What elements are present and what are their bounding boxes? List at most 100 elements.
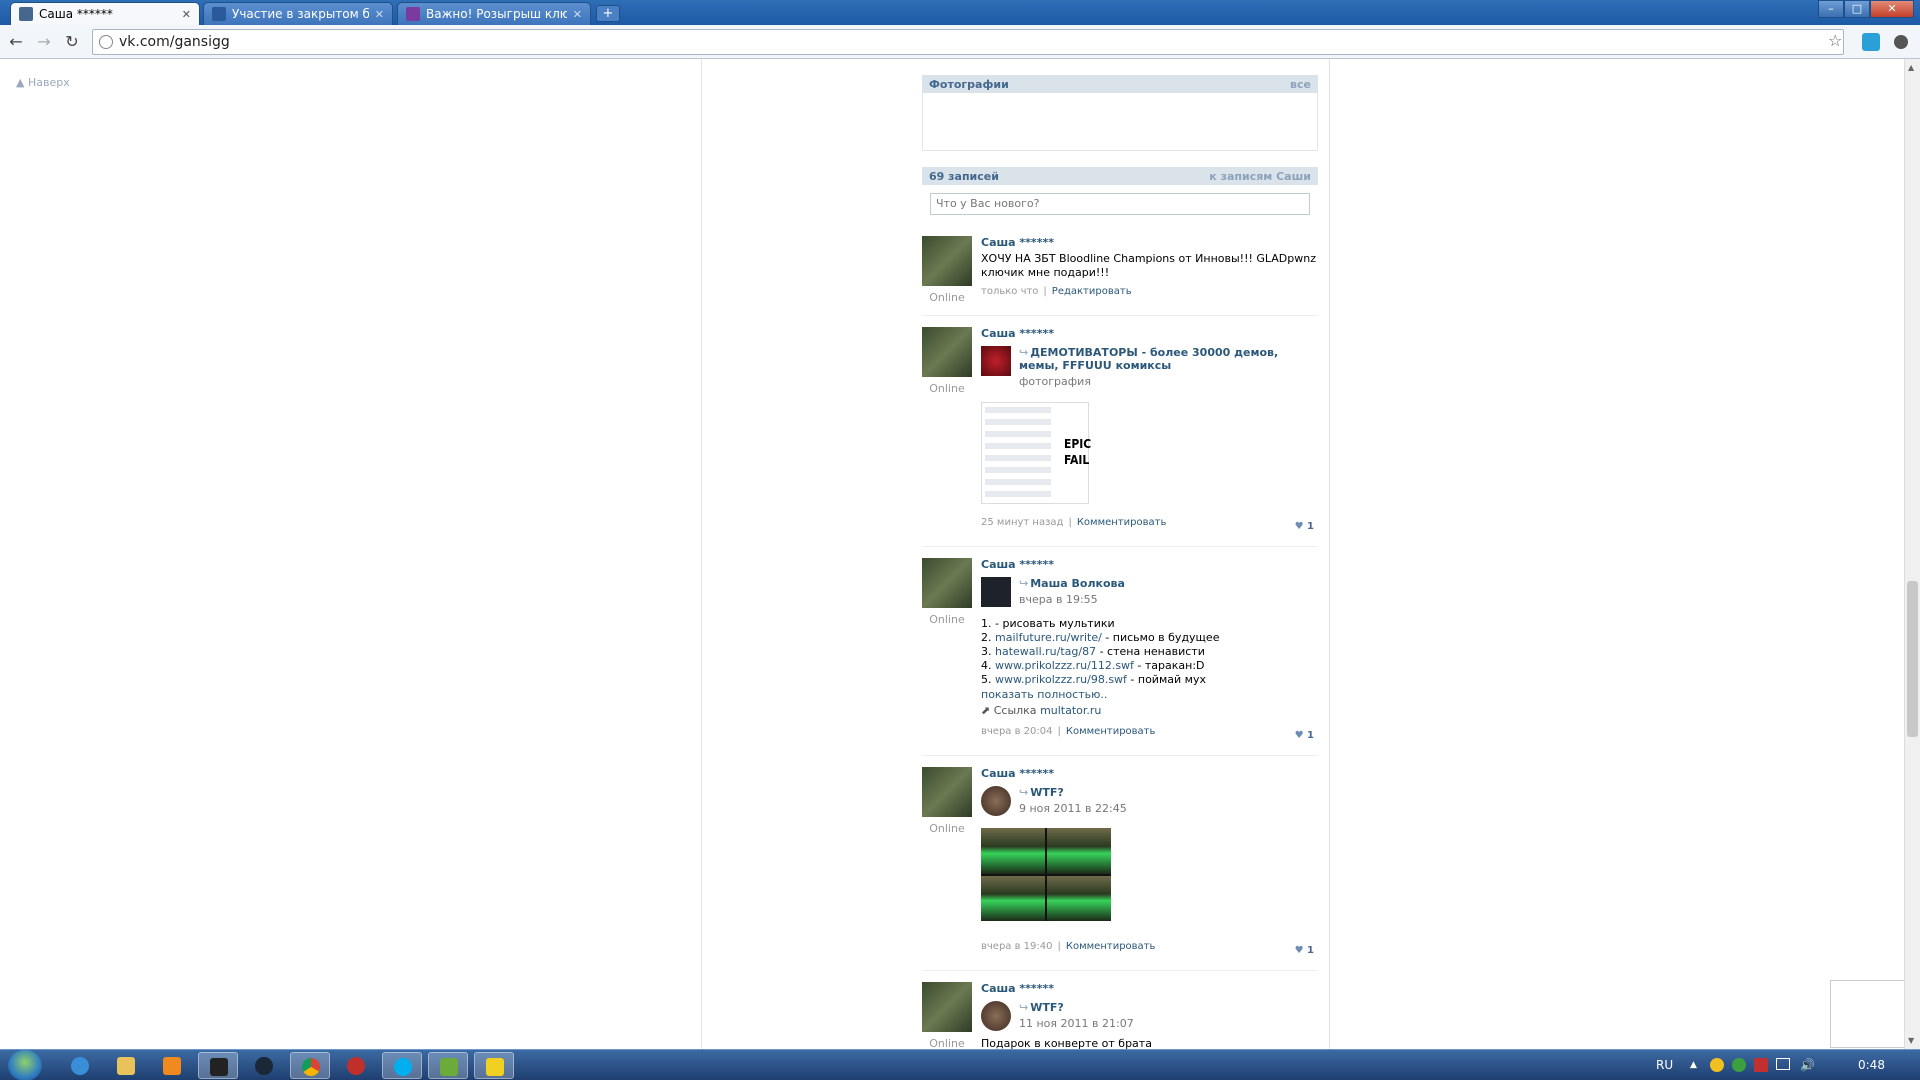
avatar[interactable] (922, 558, 972, 608)
comment-link[interactable]: Комментировать (1077, 517, 1167, 528)
repost-title[interactable]: ↪ WTF? (1019, 1001, 1134, 1014)
address-bar[interactable]: vk.com/gansigg (92, 29, 1844, 55)
taskbar-media[interactable] (152, 1052, 192, 1079)
taskbar-skype[interactable] (382, 1052, 422, 1079)
post-author[interactable]: Саша ****** (981, 982, 1318, 995)
scroll-to-top-link[interactable]: ▲ Наверх (16, 76, 70, 89)
scroll-down-icon[interactable]: ▼ (1908, 1036, 1914, 1045)
post-time[interactable]: вчера в 19:40 (981, 941, 1053, 952)
page-scrollbar[interactable]: ▲ ▼ (1904, 59, 1920, 1049)
avatar[interactable] (922, 236, 972, 286)
show-hidden-icons-icon[interactable]: ▲ (1690, 1060, 1697, 1070)
bookmark-star-icon[interactable]: ☆ (1828, 31, 1842, 50)
new-tab-button[interactable]: + (596, 5, 620, 22)
avatar[interactable] (922, 327, 972, 377)
status-input[interactable]: Что у Вас нового? (930, 193, 1310, 215)
repost-subtitle: вчера в 19:55 (1019, 593, 1098, 606)
post-time[interactable]: только что (981, 286, 1038, 297)
like-button[interactable]: ♥ 1 (1295, 521, 1314, 532)
to-posts-link[interactable]: к записям Саши (1209, 170, 1311, 183)
volume-icon[interactable]: 🔊 (1800, 1058, 1815, 1072)
ie-icon (71, 1057, 89, 1075)
edit-link[interactable]: Редактировать (1052, 286, 1132, 297)
post-photo[interactable]: EPIC FAIL (981, 402, 1091, 504)
repost-source-avatar[interactable] (981, 577, 1011, 607)
start-button[interactable] (8, 1050, 42, 1080)
repost-source-avatar[interactable] (981, 1001, 1011, 1031)
repost-source-avatar[interactable] (981, 346, 1011, 376)
taskbar-terminal[interactable] (198, 1052, 238, 1079)
taskbar-chrome[interactable] (290, 1052, 330, 1079)
close-tab-icon[interactable]: ✕ (182, 8, 191, 21)
repost-title[interactable]: ↪ ДЕМОТИВАТОРЫ - более 30000 демов, мемы,… (1019, 346, 1318, 372)
repost-arrow-icon: ↪ (1019, 577, 1029, 590)
scrollbar-thumb[interactable] (1907, 581, 1918, 737)
forward-icon[interactable]: → (34, 32, 54, 52)
reload-icon[interactable]: ↻ (62, 32, 82, 52)
maximize-button[interactable]: □ (1844, 0, 1870, 18)
tab-beta[interactable]: Участие в закрытом бета-т ✕ (203, 2, 393, 25)
wall-post: Online Саша ****** ↪ ДЕМОТИВАТОРЫ - более… (922, 327, 1318, 547)
post-time[interactable]: вчера в 20:04 (981, 726, 1053, 737)
avatar[interactable] (922, 767, 972, 817)
like-button[interactable]: ♥ 1 (1295, 945, 1314, 956)
taskbar-explorer[interactable] (106, 1052, 146, 1079)
column-divider (1329, 59, 1330, 1049)
extension-icon[interactable] (1862, 33, 1880, 51)
photo-caption: FAIL (1064, 453, 1090, 467)
language-indicator[interactable]: RU (1656, 1058, 1673, 1072)
repost-title[interactable]: ↪ WTF? (1019, 786, 1127, 799)
site-favicon-icon (406, 7, 420, 21)
post-author[interactable]: Саша ****** (981, 558, 1318, 571)
tray-app-icon[interactable] (1732, 1058, 1746, 1072)
post-author[interactable]: Саша ****** (981, 236, 1318, 249)
repost-title[interactable]: ↪ Маша Волкова (1019, 577, 1125, 590)
tab-sasha[interactable]: Саша ****** ✕ (10, 2, 200, 25)
external-link[interactable]: www.prikolzzz.ru/98.swf (995, 673, 1127, 686)
post-text: ключик мне подари!!! (981, 266, 1110, 279)
globe-icon (99, 35, 113, 49)
network-icon[interactable] (1776, 1058, 1790, 1070)
taskbar-steam[interactable] (244, 1052, 284, 1079)
external-link[interactable]: hatewall.ru/tag/87 (995, 645, 1096, 658)
list-item: 1. - рисовать мультики (981, 617, 1115, 630)
comment-link[interactable]: Комментировать (1066, 726, 1156, 737)
back-icon[interactable]: ← (6, 32, 26, 52)
photos-title[interactable]: Фотографии (929, 78, 1009, 91)
taskbar-app[interactable] (474, 1052, 514, 1079)
like-button[interactable]: ♥ 1 (1295, 730, 1314, 741)
repost-subtitle: фотография (1019, 375, 1091, 388)
close-tab-icon[interactable]: ✕ (573, 8, 582, 21)
post-text: ХОЧУ НА ЗБТ Bloodline Champions от Иннов… (981, 252, 1317, 265)
clock[interactable]: 0:48 (1858, 1058, 1885, 1072)
close-window-button[interactable]: ✕ (1870, 0, 1914, 18)
photos-all-link[interactable]: все (1290, 78, 1311, 91)
avatar[interactable] (922, 982, 972, 1032)
taskbar-app[interactable] (336, 1052, 376, 1079)
show-more-link[interactable]: показать полностью.. (981, 688, 1318, 702)
link-icon: ⬈ (981, 704, 991, 717)
list-item: 3. hatewall.ru/tag/87 - стена ненависти (981, 645, 1205, 658)
close-tab-icon[interactable]: ✕ (375, 8, 384, 21)
post-author[interactable]: Саша ****** (981, 767, 1318, 780)
post-photo[interactable] (981, 828, 1111, 921)
taskbar-ie[interactable] (60, 1052, 100, 1079)
minimize-button[interactable]: – (1818, 0, 1844, 18)
list-item: 4. www.prikolzzz.ru/112.swf - таракан:D (981, 659, 1205, 672)
scroll-up-icon[interactable]: ▲ (1908, 63, 1914, 72)
app-green-icon (440, 1058, 458, 1076)
wrench-icon[interactable] (1894, 35, 1908, 49)
tab-keys[interactable]: Важно! Розыгрыш ключей ✕ (397, 2, 591, 25)
external-link[interactable]: www.prikolzzz.ru/112.swf (995, 659, 1134, 672)
external-link[interactable]: mailfuture.ru/write/ (995, 631, 1102, 644)
heart-icon: ♥ (1294, 521, 1304, 532)
tray-app-icon[interactable] (1710, 1058, 1724, 1072)
comment-link[interactable]: Комментировать (1066, 941, 1156, 952)
tray-flag-icon[interactable] (1754, 1058, 1768, 1072)
taskbar-app[interactable] (428, 1052, 468, 1079)
attached-link[interactable]: ⬈ Ссылка multator.ru (981, 704, 1318, 718)
post-time[interactable]: 25 минут назад (981, 517, 1063, 528)
repost-source-avatar[interactable] (981, 786, 1011, 816)
post-author[interactable]: Саша ****** (981, 327, 1318, 340)
posts-count[interactable]: 69 записей (929, 170, 999, 183)
